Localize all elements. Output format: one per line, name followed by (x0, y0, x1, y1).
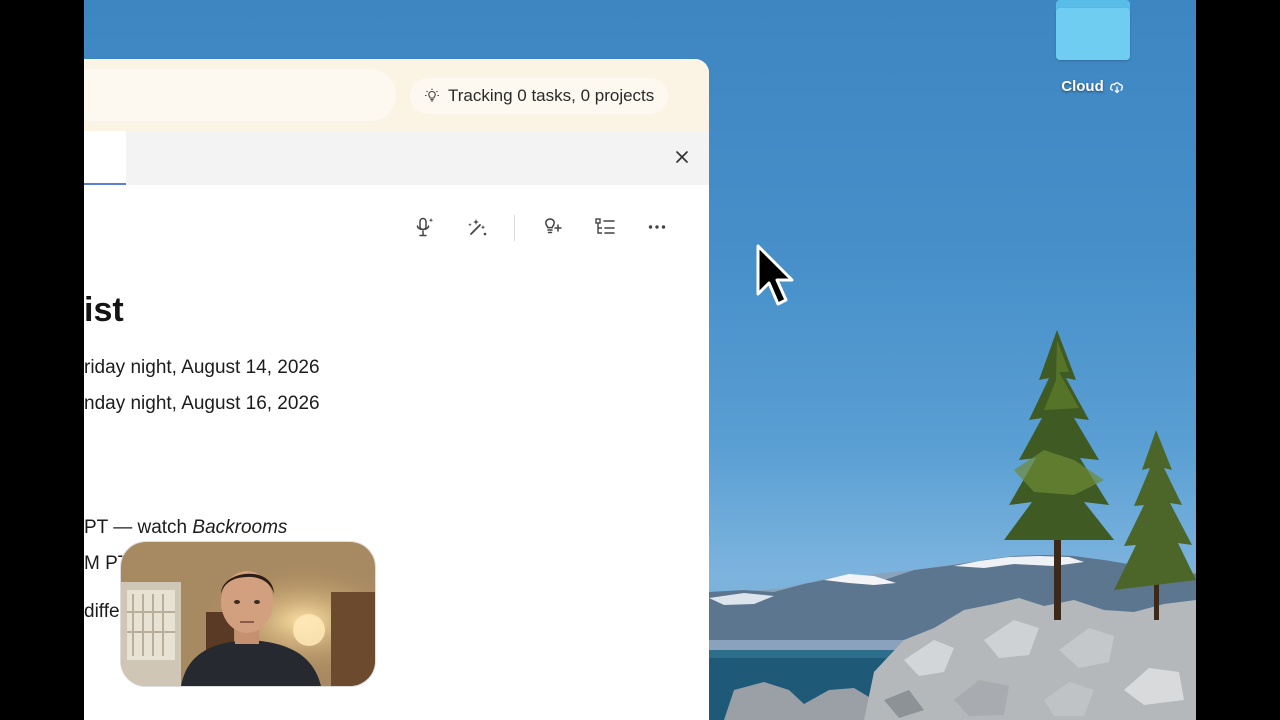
magic-wand-icon (468, 219, 487, 236)
mouse-cursor-icon (756, 244, 794, 306)
tracking-text: Tracking 0 tasks, 0 projects (448, 86, 655, 105)
outline-button[interactable] (593, 215, 617, 239)
close-button[interactable] (672, 147, 692, 167)
folder-icon (1054, 0, 1132, 60)
mic-sparkle-icon (416, 217, 434, 237)
document-schedule-line: PT — watch Backrooms (84, 517, 287, 539)
cloud-download-icon (1109, 81, 1123, 93)
more-horizontal-icon (648, 225, 666, 229)
close-icon (676, 151, 688, 163)
more-button[interactable] (645, 215, 669, 239)
desktop-folder-cloud[interactable]: Cloud (1048, 0, 1138, 95)
document-line-partial-2: diffe (84, 601, 120, 622)
search-bar[interactable] (84, 69, 396, 121)
tab-bar (84, 131, 709, 185)
tab-active[interactable] (84, 131, 126, 185)
document-line-2: nday night, August 16, 2026 (84, 393, 320, 414)
webcam-feed-image (121, 542, 375, 686)
idea-button[interactable] (540, 215, 564, 239)
schedule-show-title: Backrooms (192, 517, 288, 538)
document-line-1: riday night, August 14, 2026 (84, 357, 320, 378)
tracking-status[interactable]: Tracking 0 tasks, 0 projects (410, 78, 669, 114)
lightbulb-icon (425, 88, 439, 102)
ai-assist-button[interactable] (466, 215, 490, 239)
outline-list-icon (595, 218, 615, 234)
document-title: ist (84, 291, 124, 329)
webcam-overlay (120, 541, 376, 687)
lightbulb-plus-icon (545, 218, 562, 234)
voice-ai-button[interactable] (413, 215, 437, 239)
schedule-prefix: PT — watch (84, 517, 193, 538)
toolbar-divider (514, 215, 515, 241)
folder-label: Cloud (1061, 78, 1104, 95)
window-header: Tracking 0 tasks, 0 projects (84, 59, 709, 131)
